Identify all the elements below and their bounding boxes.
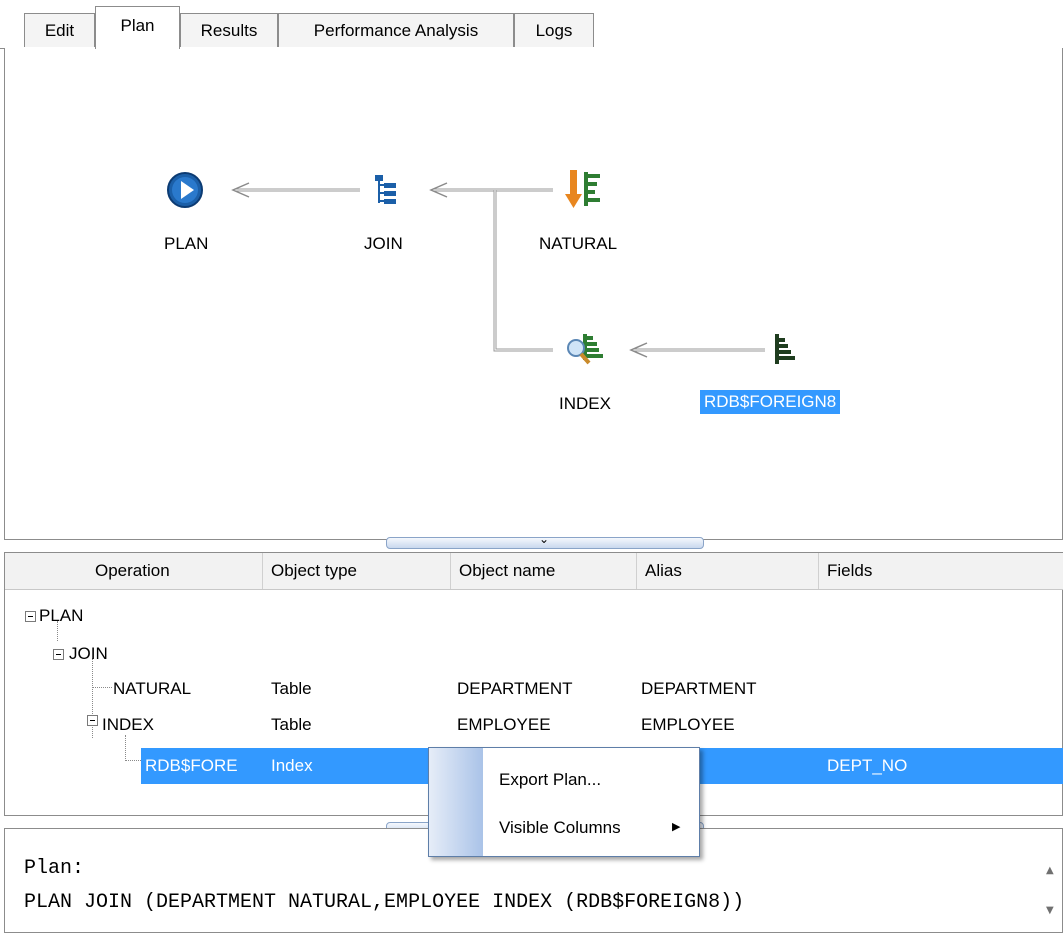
index-bars-icon[interactable] bbox=[773, 332, 799, 368]
index-search-icon[interactable] bbox=[563, 330, 607, 370]
menu-item-visible-columns[interactable]: Visible Columns bbox=[499, 818, 621, 838]
tab-strip: Edit Plan Results Performance Analysis L… bbox=[0, 0, 1063, 49]
cell-operation: JOIN bbox=[69, 644, 108, 663]
cell-object-type: Table bbox=[271, 715, 312, 734]
tab-plan[interactable]: Plan bbox=[95, 6, 180, 49]
col-header-operation[interactable]: Operation bbox=[5, 553, 263, 589]
cell-operation: RDB$FORE bbox=[145, 756, 238, 775]
tab-logs[interactable]: Logs bbox=[514, 13, 594, 47]
plan-text-line-2: PLAN JOIN (DEPARTMENT NATURAL,EMPLOYEE I… bbox=[24, 891, 745, 914]
node-label-rdb-foreign8[interactable]: RDB$FOREIGN8 bbox=[700, 390, 841, 414]
plan-text-line-1: Plan: bbox=[24, 857, 85, 880]
plan-diagram-connectors bbox=[231, 182, 765, 358]
table-row[interactable]: JOIN bbox=[5, 641, 1063, 679]
cell-object-type: Index bbox=[271, 756, 313, 775]
col-header-object-type[interactable]: Object type bbox=[263, 553, 451, 589]
scroll-down-icon[interactable]: ▼ bbox=[1046, 905, 1054, 916]
chevron-down-icon: ⌄ bbox=[539, 532, 550, 546]
scroll-up-icon[interactable]: ▲ bbox=[1046, 865, 1054, 876]
sort-natural-icon[interactable] bbox=[565, 168, 605, 212]
node-label-natural: NATURAL bbox=[539, 234, 618, 253]
menu-icon-strip bbox=[429, 748, 483, 856]
submenu-arrow-icon: ▶ bbox=[672, 820, 681, 833]
cell-operation: PLAN bbox=[39, 606, 84, 625]
splitter-grip-top[interactable]: ⌄ bbox=[386, 532, 704, 549]
col-header-object-name[interactable]: Object name bbox=[451, 553, 637, 589]
cell-fields: DEPT_NO bbox=[827, 756, 908, 775]
context-menu: Export Plan... Visible Columns ▶ bbox=[428, 747, 700, 857]
table-row[interactable]: INDEX Table EMPLOYEE EMPLOYEE bbox=[5, 709, 1063, 747]
cell-alias: DEPARTMENT bbox=[641, 679, 757, 698]
node-label-plan: PLAN bbox=[164, 234, 209, 253]
tab-performance-analysis[interactable]: Performance Analysis bbox=[278, 13, 514, 47]
tree-join-icon[interactable] bbox=[373, 173, 401, 207]
cell-operation: INDEX bbox=[102, 715, 154, 734]
tab-edit[interactable]: Edit bbox=[24, 13, 95, 47]
grid-header: Operation Object type Object name Alias … bbox=[5, 553, 1063, 590]
vertical-scrollbar[interactable]: ▲ ▼ bbox=[1040, 829, 1062, 932]
cell-object-name: DEPARTMENT bbox=[457, 679, 573, 698]
collapse-toggle[interactable] bbox=[53, 649, 64, 660]
col-header-alias[interactable]: Alias bbox=[637, 553, 819, 589]
play-circle-icon[interactable] bbox=[166, 171, 204, 209]
menu-item-export-plan[interactable]: Export Plan... bbox=[499, 770, 601, 790]
cell-object-type: Table bbox=[271, 679, 312, 698]
collapse-toggle[interactable] bbox=[25, 611, 36, 622]
node-label-join: JOIN bbox=[364, 234, 403, 253]
cell-object-name: EMPLOYEE bbox=[457, 715, 551, 734]
collapse-toggle[interactable] bbox=[87, 715, 98, 726]
col-header-fields[interactable]: Fields bbox=[819, 553, 1063, 589]
cell-alias: EMPLOYEE bbox=[641, 715, 735, 734]
cell-operation: NATURAL bbox=[113, 679, 192, 698]
node-label-index: INDEX bbox=[559, 394, 611, 413]
table-row[interactable]: PLAN bbox=[5, 603, 1063, 641]
plan-diagram-pane: PLAN JOIN NATURAL INDEX RDB$FOREIGN8 bbox=[4, 48, 1063, 540]
tab-results[interactable]: Results bbox=[180, 13, 278, 47]
